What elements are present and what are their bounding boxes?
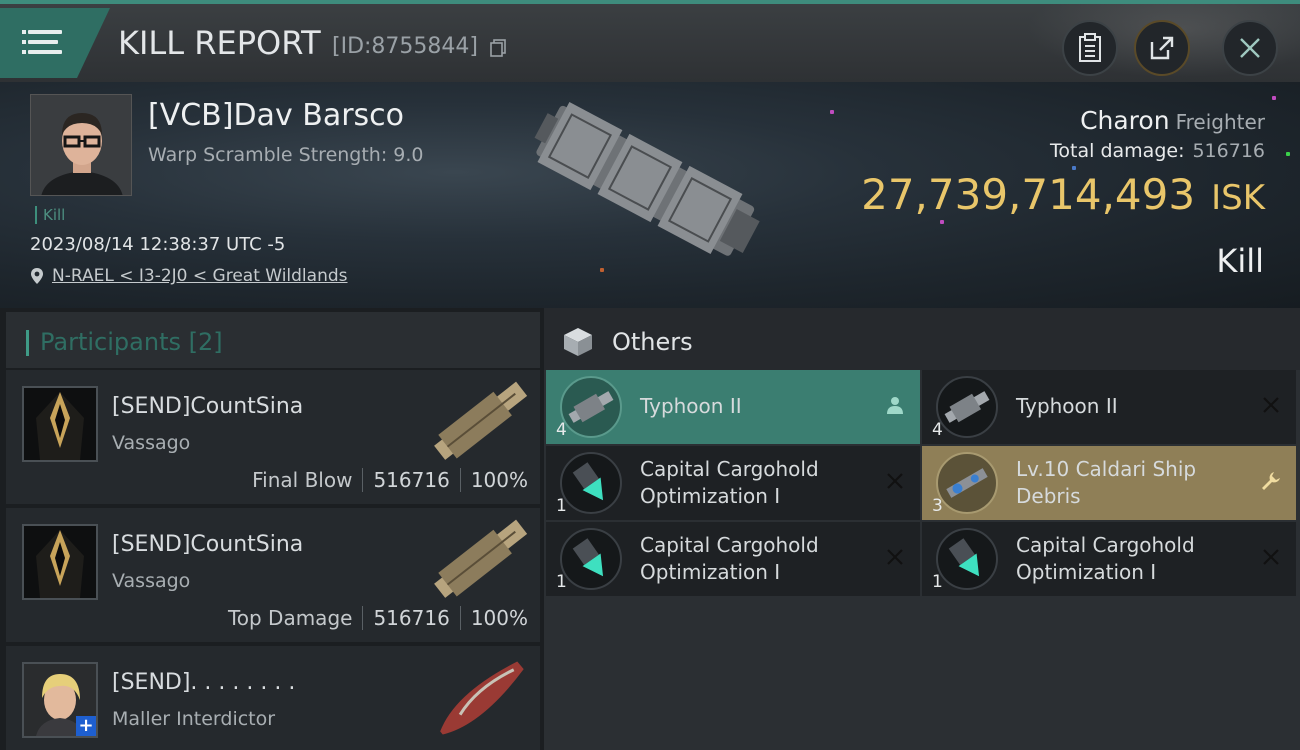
star-decoration [830,110,834,114]
cube-icon [564,328,592,356]
module-item-icon [560,452,622,514]
participant-ship: Vassago [112,432,191,454]
isk-value: 27,739,714,493 ISK [861,170,1265,219]
share-icon [1150,36,1174,60]
participants-header: Participants [2] [6,312,540,368]
x-icon [1263,397,1279,413]
x-icon [887,549,903,565]
ship-item-icon [560,376,622,438]
module-item-icon [560,528,622,590]
page-title: KILL REPORT [118,24,321,62]
warp-scramble-strength: Warp Scramble Strength: 9.0 [148,144,424,166]
item-label: Capital Cargohold Optimization I [640,533,819,584]
item-quantity: 1 [932,572,943,592]
location-link[interactable]: N-RAEL < I3-2J0 < Great Wildlands [30,266,348,286]
result-label: Kill [1216,242,1264,280]
share-button[interactable] [1134,20,1190,76]
participant-damage: 516716 [373,468,450,492]
item-cell[interactable]: 1 Capital Cargohold Optimization I [546,522,920,596]
location-text: N-RAEL < I3-2J0 < Great Wildlands [52,266,348,286]
participant-ship-image [434,381,528,460]
participant-name: [SEND]CountSina [112,532,304,557]
participant-damage: 516716 [373,606,450,630]
kill-timestamp: 2023/08/14 12:38:37 UTC -5 [30,234,286,255]
item-label: Capital Cargohold Optimization I [1016,533,1195,584]
item-label: Typhoon II [1016,394,1118,418]
character-portrait [31,95,131,195]
participant-role: Final Blow [252,468,353,492]
item-quantity: 1 [556,496,567,516]
total-damage-label: Total damage: [1050,140,1185,162]
person-icon [887,397,903,414]
module-item-icon [936,528,998,590]
participant-percent: 100% [470,468,528,492]
close-icon [1240,38,1260,58]
item-quantity: 3 [932,496,943,516]
others-panel: Others 4 Typhoon II 4 Typhoon II 1 Capit… [544,308,1300,750]
victim-avatar[interactable] [30,94,132,196]
ship-name[interactable]: Charon [1080,106,1170,135]
star-decoration [1272,96,1276,100]
participant-stats: Top Damage 516716 100% [228,606,528,630]
participant-row[interactable]: + [SEND]. . . . . . . . Maller Interdict… [6,646,540,750]
others-title: Others [612,328,693,356]
participant-ship: Maller Interdictor [112,708,276,730]
item-quantity: 4 [556,420,567,440]
debris-item-icon [936,452,998,514]
item-cell[interactable]: 1 Capital Cargohold Optimization I [922,522,1296,596]
wrench-icon [1262,472,1280,490]
clipboard-button[interactable] [1062,20,1118,76]
star-decoration [1286,152,1290,156]
menu-button[interactable] [0,8,110,78]
participant-avatar [22,386,98,462]
copy-icon[interactable] [490,39,506,57]
close-button[interactable] [1222,20,1278,76]
ship-class: Freighter [1175,110,1265,134]
participant-avatar [22,524,98,600]
header-bar: KILL REPORT [ID:8755844] [0,0,1300,86]
participant-ship: Vassago [112,570,191,592]
participants-panel: Participants [2] [SEND]CountSina Vassago… [0,308,540,750]
item-cell[interactable]: 1 Capital Cargohold Optimization I [546,446,920,520]
participant-ship-image [434,519,528,598]
participant-name: [SEND]. . . . . . . . [112,670,296,695]
plus-icon: + [76,716,96,736]
clipboard-icon [1079,33,1101,62]
others-header: Others [544,308,1300,370]
ship-item-icon [936,376,998,438]
participant-avatar: + [22,662,98,738]
total-damage: Total damage: 516716 [1050,140,1265,162]
victim-banner: [VCB]Dav Barsco Warp Scramble Strength: … [0,82,1300,308]
item-label: Lv.10 Caldari Ship Debris [1016,457,1197,508]
location-pin-icon [31,268,43,284]
participant-row[interactable]: [SEND]CountSina Vassago Final Blow 51671… [6,370,540,504]
item-quantity: 4 [932,420,943,440]
victim-ship-render [534,101,760,256]
kill-tag: Kill [35,206,65,224]
item-label: Typhoon II [640,394,742,418]
item-cell[interactable]: 3 Lv.10 Caldari Ship Debris [922,446,1296,520]
report-id: [ID:8755844] [332,34,478,59]
participant-ship-image [440,661,524,735]
participant-stats: Final Blow 516716 100% [252,468,528,492]
participants-title: Participants [2] [40,328,223,356]
item-quantity: 1 [556,572,567,592]
participant-name: [SEND]CountSina [112,394,304,419]
victim-name[interactable]: [VCB]Dav Barsco [148,98,404,133]
x-icon [1263,549,1279,565]
item-cell[interactable]: 4 Typhoon II [922,370,1296,444]
item-cell[interactable]: 4 Typhoon II [546,370,920,444]
participant-percent: 100% [470,606,528,630]
isk-amount: 27,739,714,493 [861,170,1196,219]
participant-row[interactable]: [SEND]CountSina Vassago Top Damage 51671… [6,508,540,642]
star-decoration [940,220,944,224]
item-label: Capital Cargohold Optimization I [640,457,819,508]
x-icon [887,473,903,489]
isk-unit: ISK [1211,178,1265,218]
victim-ship: Charon Freighter [1080,106,1265,135]
participant-role: Top Damage [227,606,353,630]
total-damage-value: 516716 [1192,140,1265,162]
